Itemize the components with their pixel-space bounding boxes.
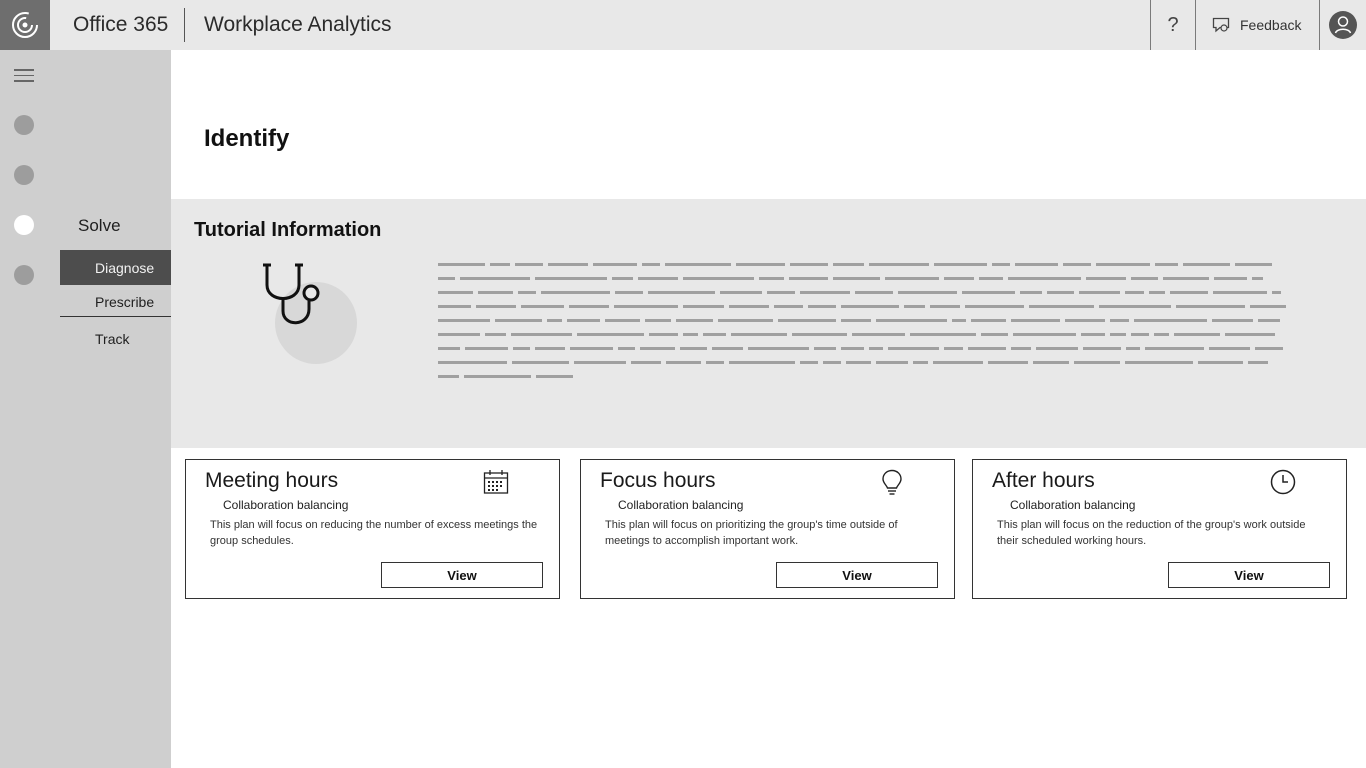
product-name: Workplace Analytics xyxy=(204,13,392,36)
rail-nav-dot-active[interactable] xyxy=(14,215,34,235)
plan-card-meeting-hours: Meeting hours Collaboration balancing Th… xyxy=(185,459,560,599)
feedback-button[interactable]: Feedback xyxy=(1196,0,1320,50)
view-button[interactable]: View xyxy=(381,562,543,588)
plan-card-after-hours: After hours Collaboration balancing This… xyxy=(972,459,1347,599)
section-subnav: Solve Diagnose Prescribe Track xyxy=(60,50,171,768)
subnav-item-track[interactable]: Track xyxy=(60,321,171,356)
placeholder-text-line xyxy=(438,369,1298,383)
help-label: ? xyxy=(1167,13,1179,36)
placeholder-text-line xyxy=(438,341,1298,355)
app-name[interactable]: Office 365 xyxy=(73,13,168,37)
tutorial-placeholder-text xyxy=(438,257,1298,383)
subnav-item-diagnose[interactable]: Diagnose xyxy=(60,250,171,285)
tutorial-panel: Tutorial Information xyxy=(171,199,1366,448)
placeholder-text-line xyxy=(438,327,1298,341)
rail-nav-dot[interactable] xyxy=(14,165,34,185)
lightbulb-icon xyxy=(882,469,902,495)
feedback-label: Feedback xyxy=(1240,17,1302,33)
feedback-icon xyxy=(1212,17,1230,33)
clock-icon xyxy=(1270,469,1296,495)
card-description: This plan will focus on reducing the num… xyxy=(210,519,538,547)
subnav-divider xyxy=(60,316,171,317)
page-title: Identify xyxy=(204,125,290,152)
card-description: This plan will focus on prioritizing the… xyxy=(605,519,898,547)
subnav-item-prescribe[interactable]: Prescribe xyxy=(60,284,171,319)
tutorial-title: Tutorial Information xyxy=(194,219,382,241)
card-title: Focus hours xyxy=(600,469,716,492)
left-rail xyxy=(0,50,60,768)
plan-card-focus-hours: Focus hours Collaboration balancing This… xyxy=(580,459,955,599)
account-button[interactable] xyxy=(1320,0,1366,50)
placeholder-text-line xyxy=(438,313,1298,327)
placeholder-text-line xyxy=(438,355,1298,369)
top-bar: Office 365 Workplace Analytics ? Feedbac… xyxy=(0,0,1366,50)
stethoscope-icon xyxy=(255,259,365,369)
subnav-item-label: Diagnose xyxy=(95,259,155,276)
logo-icon xyxy=(12,12,38,38)
card-title: After hours xyxy=(992,469,1095,492)
card-title: Meeting hours xyxy=(205,469,339,492)
hamburger-menu-icon[interactable] xyxy=(14,69,34,83)
card-subtitle: Collaboration balancing xyxy=(618,498,744,512)
view-button[interactable]: View xyxy=(1168,562,1330,588)
title-divider xyxy=(184,8,185,42)
placeholder-text-line xyxy=(438,299,1298,313)
placeholder-text-line xyxy=(438,271,1298,285)
user-avatar-icon xyxy=(1329,11,1357,39)
app-launcher-logo[interactable] xyxy=(0,0,50,50)
card-subtitle: Collaboration balancing xyxy=(223,498,349,512)
rail-nav-dot[interactable] xyxy=(14,115,34,135)
subnav-item-label: Track xyxy=(95,330,130,347)
view-button[interactable]: View xyxy=(776,562,938,588)
calendar-icon xyxy=(483,470,509,494)
subnav-title: Solve xyxy=(78,216,121,235)
help-button[interactable]: ? xyxy=(1150,0,1196,50)
placeholder-text-line xyxy=(438,257,1298,271)
placeholder-text-line xyxy=(438,285,1298,299)
card-description: This plan will focus on the reduction of… xyxy=(997,519,1306,547)
rail-nav-dot[interactable] xyxy=(14,265,34,285)
subnav-item-label: Prescribe xyxy=(95,293,155,310)
card-subtitle: Collaboration balancing xyxy=(1010,498,1136,512)
